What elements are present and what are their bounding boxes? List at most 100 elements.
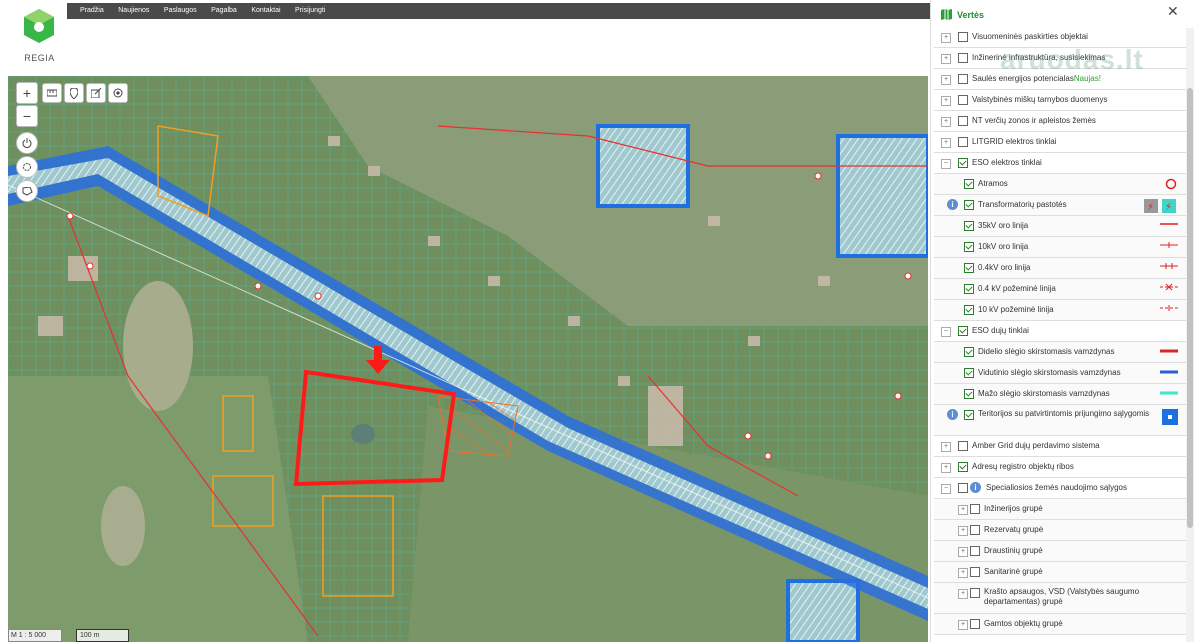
layer-checkbox[interactable] [964,368,974,378]
layer-label: Specialiosios žemės naudojimo sąlygos [986,483,1127,492]
layer-row[interactable]: − ESO elektros tinklai [934,153,1186,174]
expand-icon[interactable]: + [958,568,968,578]
layer-row[interactable]: + Rezervatų grupė [934,520,1186,541]
layer-checkbox[interactable] [958,74,968,84]
layer-checkbox[interactable] [964,347,974,357]
layer-checkbox[interactable] [964,263,974,273]
layer-checkbox[interactable] [958,116,968,126]
layer-row[interactable]: + Valstybinės miškų tarnybos duomenys [934,90,1186,111]
layer-checkbox[interactable] [970,588,980,598]
panel-scrollbar[interactable] [1186,28,1194,642]
layer-label: 35kV oro linija [978,221,1029,230]
layer-label: Krašto apsaugos, VSD (Valstybės saugumo … [984,587,1140,606]
layer-checkbox[interactable] [958,441,968,451]
expand-icon[interactable]: + [941,138,951,148]
layer-checkbox[interactable] [970,619,980,629]
nav-pagalba[interactable]: Pagalba [211,7,237,14]
expand-icon[interactable]: + [941,54,951,64]
layer-row[interactable]: + LITGRID elektros tinklai [934,132,1186,153]
layer-row[interactable]: + Gamtos objektų grupė [934,614,1186,635]
expand-icon[interactable]: + [941,75,951,85]
expand-icon[interactable]: + [958,620,968,630]
collapse-icon[interactable]: − [941,327,951,337]
layer-row[interactable]: − i Specialiosios žemės naudojimo sąlygos [934,478,1186,499]
layer-checkbox[interactable] [958,137,968,147]
layer-row[interactable]: + Amber Grid dujų perdavimo sistema [934,436,1186,457]
shape-icon[interactable] [16,180,38,202]
main-nav: Pradžia Naujienos Paslaugos Pagalba Kont… [67,3,930,19]
expand-icon[interactable]: + [941,96,951,106]
layer-checkbox[interactable] [958,462,968,472]
layer-row[interactable]: − ESO dujų tinklai [934,321,1186,342]
expand-icon[interactable]: + [958,526,968,536]
layer-row[interactable]: i Teritorijos su patvirtintomis prijungim… [934,405,1186,436]
map-view[interactable]: + − [8,76,928,642]
close-icon[interactable]: ✕ [1167,3,1179,20]
nav-pradzia[interactable]: Pradžia [80,7,104,14]
layer-row[interactable]: + Inžinerijos grupė [934,499,1186,520]
layer-checkbox[interactable] [964,200,974,210]
logo[interactable]: REGIA [12,3,67,71]
layers-panel: Vertės ✕ + Visuomeninės paskirties objekt… [930,0,1200,642]
layer-row[interactable]: + NT verčių zonos ir apleistos žemės [934,111,1186,132]
layer-checkbox[interactable] [964,284,974,294]
layer-checkbox[interactable] [958,53,968,63]
locate-icon[interactable] [108,83,128,103]
export-icon[interactable] [86,83,106,103]
layer-row[interactable]: + Sanitarinė grupė [934,562,1186,583]
layer-checkbox[interactable] [958,95,968,105]
collapse-icon[interactable]: − [941,484,951,494]
layer-row[interactable]: i Transformatorių pastotės ⚡ ⚡ [934,195,1186,216]
info-icon[interactable]: i [970,482,981,493]
collapse-icon[interactable]: − [941,159,951,169]
layer-row[interactable]: 35kV oro linija [934,216,1186,237]
layer-row[interactable]: Mažo slėgio skirstomasis vamzdynas [934,384,1186,405]
layer-checkbox[interactable] [964,389,974,399]
line-04kv-icon [1160,262,1178,272]
measure-icon[interactable] [42,83,62,103]
layer-row[interactable]: Vidutinio slėgio skirstomasis vamzdynas [934,363,1186,384]
layer-row[interactable]: + Draustinių grupė [934,541,1186,562]
info-icon[interactable]: i [947,199,958,210]
expand-icon[interactable]: + [941,117,951,127]
layer-checkbox[interactable] [970,567,980,577]
layer-row[interactable]: 10kV oro linija [934,237,1186,258]
layer-row[interactable]: 10 kV požeminė linija [934,300,1186,321]
expand-icon[interactable]: + [958,547,968,557]
layer-checkbox[interactable] [970,504,980,514]
expand-icon[interactable]: + [958,505,968,515]
nav-paslaugos[interactable]: Paslaugos [164,7,197,14]
zoom-in-icon[interactable]: + [16,82,38,104]
nav-kontaktai[interactable]: Kontaktai [251,7,280,14]
info-icon[interactable]: i [947,409,958,420]
layer-checkbox[interactable] [964,221,974,231]
layer-row[interactable]: 0.4kV oro linija [934,258,1186,279]
layer-checkbox[interactable] [964,305,974,315]
nav-naujienos[interactable]: Naujienos [118,7,149,14]
layer-label: Valstybinės miškų tarnybos duomenys [972,95,1108,104]
zoom-out-icon[interactable]: − [16,105,38,127]
scrollbar-thumb[interactable] [1187,88,1193,528]
layer-checkbox[interactable] [958,32,968,42]
nav-prisijungti[interactable]: Prisijungti [295,7,325,14]
expand-icon[interactable]: + [958,589,968,599]
marker-icon[interactable] [64,83,84,103]
layer-row[interactable]: Atramos [934,174,1186,195]
layer-row[interactable]: 0.4 kV požeminė linija [934,279,1186,300]
power-icon[interactable] [16,132,38,154]
expand-icon[interactable]: + [941,442,951,452]
layer-checkbox[interactable] [964,242,974,252]
layer-checkbox[interactable] [958,158,968,168]
layer-row[interactable]: + Krašto apsaugos, VSD (Valstybės saugumo… [934,583,1186,614]
layer-checkbox[interactable] [970,546,980,556]
layer-row[interactable]: Didelio slėgio skirstomasis vamzdynas [934,342,1186,363]
layer-row[interactable]: + Adresų registro objektų ribos [934,457,1186,478]
settings-icon[interactable] [16,156,38,178]
layer-checkbox[interactable] [958,483,968,493]
layer-checkbox[interactable] [970,525,980,535]
layer-checkbox[interactable] [958,326,968,336]
expand-icon[interactable]: + [941,463,951,473]
layer-checkbox[interactable] [964,410,974,420]
layer-checkbox[interactable] [964,179,974,189]
expand-icon[interactable]: + [941,33,951,43]
